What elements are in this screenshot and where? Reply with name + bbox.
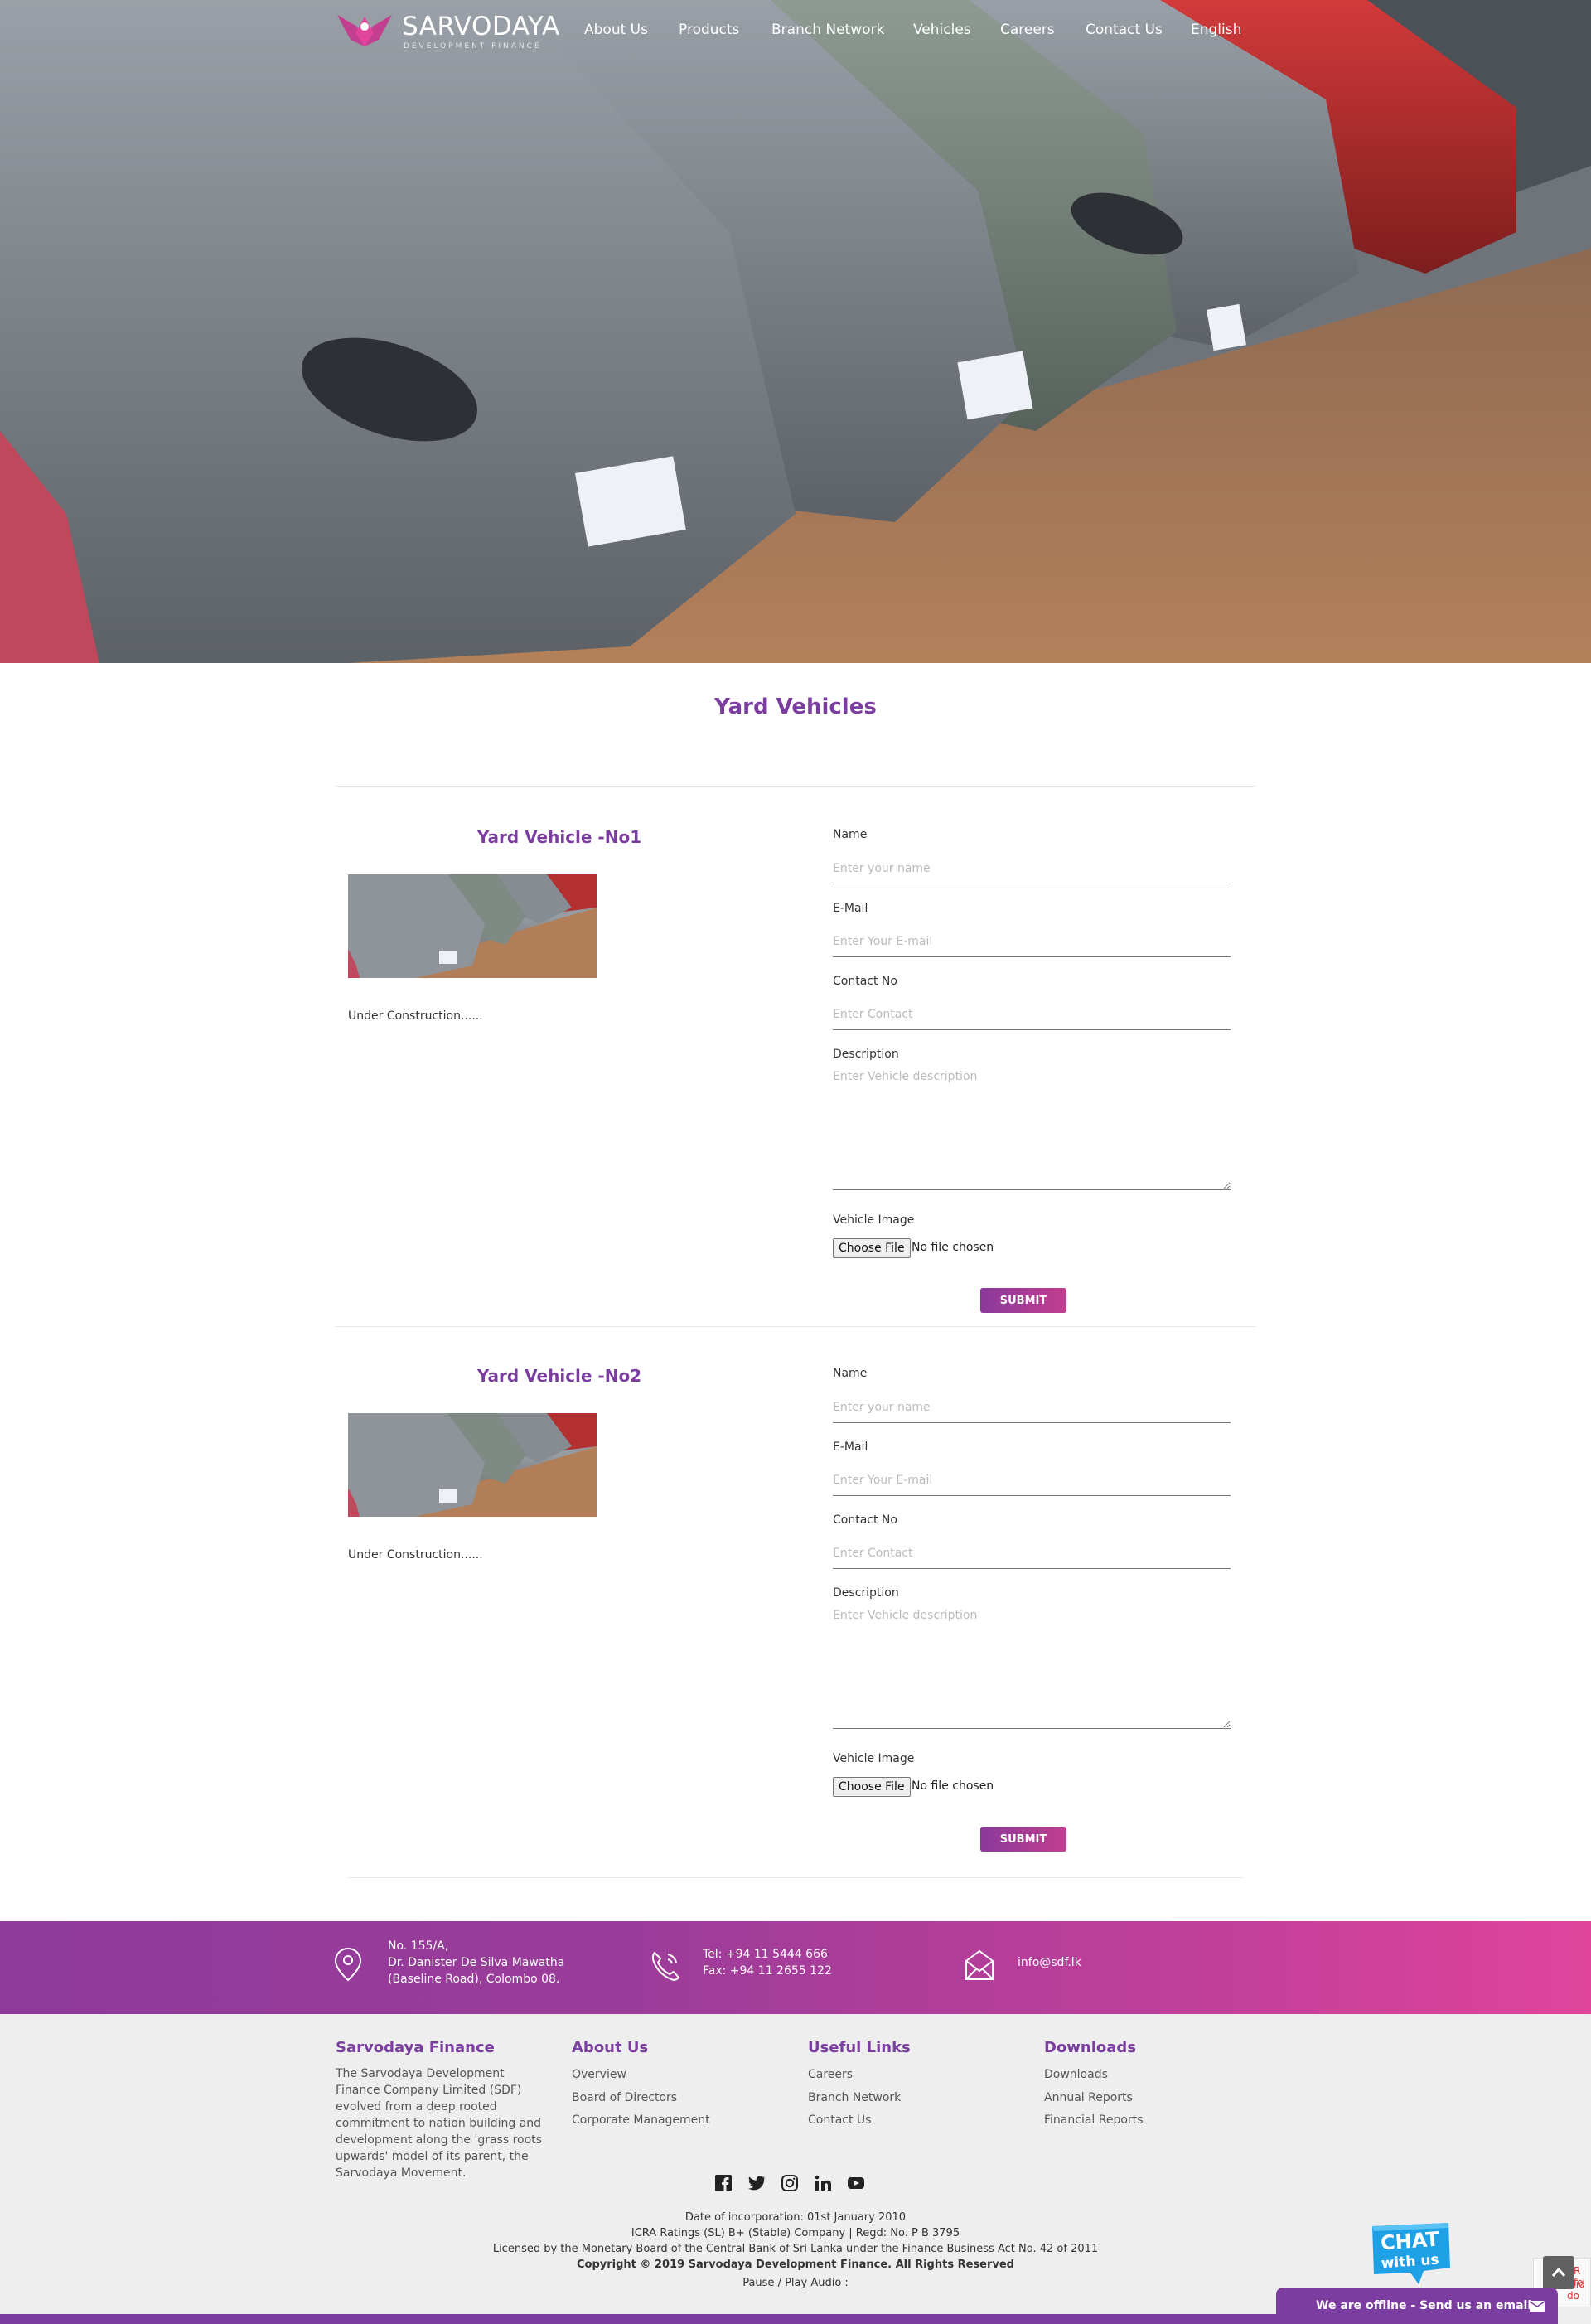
nav-about-us[interactable]: About Us (584, 22, 648, 38)
nav-language-english[interactable]: English (1191, 22, 1241, 38)
vehicle-image (348, 874, 597, 978)
email-input[interactable] (833, 1465, 1231, 1496)
status-text: Under Construction...... (348, 1009, 483, 1023)
footer-link-branch-network[interactable]: Branch Network (808, 2091, 901, 2104)
email-text[interactable]: info@sdf.lk (1018, 1954, 1081, 1971)
incorporation-date: Date of incorporation: 01st January 2010 (684, 2211, 907, 2224)
footer-link-overview[interactable]: Overview (572, 2068, 626, 2081)
footer-link-contact-us[interactable]: Contact Us (808, 2113, 871, 2127)
youtube-icon[interactable] (847, 2174, 865, 2192)
scroll-to-top-button[interactable] (1543, 2256, 1574, 2289)
submit-button[interactable]: SUBMIT (980, 1827, 1066, 1852)
instagram-icon[interactable] (781, 2174, 799, 2192)
footer-link-downloads[interactable]: Downloads (1044, 2068, 1108, 2081)
divider (348, 1877, 1243, 1878)
email-label: E-Mail (833, 902, 868, 915)
vehicle-image-label: Vehicle Image (833, 1213, 915, 1227)
vehicle-image-label: Vehicle Image (833, 1752, 915, 1765)
phone-text: Tel: +94 11 5444 666 Fax: +94 11 2655 12… (703, 1946, 832, 1979)
license-statement: Licensed by the Monetary Board of the Ce… (492, 2243, 1099, 2255)
address-line: No. 155/A, (388, 1939, 449, 1953)
address-line: Dr. Danister De Silva Mawatha (388, 1956, 565, 1969)
contact-label: Contact No (833, 1513, 897, 1527)
footer-link-financial-reports[interactable]: Financial Reports (1044, 2113, 1143, 2127)
footer-about-text: The Sarvodaya Development Finance Compan… (336, 2067, 542, 2180)
brand-name: SARVODAYA (402, 12, 560, 41)
brand-subtitle: DEVELOPMENT FINANCE (404, 42, 542, 51)
name-input[interactable] (833, 853, 1231, 884)
chevron-up-icon (1551, 2267, 1566, 2277)
top-navigation: SARVODAYA DEVELOPMENT FINANCE About Us P… (0, 0, 1591, 61)
footer-heading-useful-links: Useful Links (808, 2039, 911, 2056)
telephone-number: Tel: +94 11 5444 666 (703, 1948, 828, 1961)
footer-link-corporate-management[interactable]: Corporate Management (572, 2113, 710, 2127)
footer-heading-sarvodaya-finance: Sarvodaya Finance (336, 2039, 495, 2056)
site-footer: Sarvodaya Finance The Sarvodaya Developm… (0, 2014, 1591, 2324)
chat-badge-text: CHAT (1380, 2228, 1440, 2255)
fax-number: Fax: +94 11 2655 122 (703, 1964, 832, 1978)
footer-bottom-strip (0, 2314, 1276, 2324)
nav-branch-network[interactable]: Branch Network (771, 22, 884, 38)
contact-input[interactable] (833, 1537, 1231, 1569)
description-textarea[interactable] (833, 1609, 1231, 1729)
email-input[interactable] (833, 926, 1231, 957)
facebook-icon[interactable] (714, 2174, 733, 2192)
file-status: No file chosen (912, 1241, 994, 1254)
choose-file-button[interactable]: Choose File (833, 1238, 911, 1258)
description-label: Description (833, 1048, 899, 1061)
footer-heading-about-us: About Us (572, 2039, 649, 2056)
footer-heading-downloads: Downloads (1044, 2039, 1137, 2056)
nav-vehicles[interactable]: Vehicles (913, 22, 971, 38)
lotus-logo-icon (337, 15, 392, 46)
divider (336, 1326, 1255, 1327)
nav-careers[interactable]: Careers (1000, 22, 1055, 38)
nav-contact-us[interactable]: Contact Us (1086, 22, 1163, 38)
address-line: (Baseline Road), Colombo 08. (388, 1973, 560, 1986)
chat-with-us-badge[interactable]: CHAT with us (1369, 2221, 1453, 2286)
vehicle-title: Yard Vehicle -No2 (476, 1366, 642, 1386)
footer-link-annual-reports[interactable]: Annual Reports (1044, 2091, 1133, 2104)
parked-cars-image (0, 0, 1591, 663)
address-text: No. 155/A, Dr. Danister De Silva Mawatha… (388, 1938, 564, 1988)
status-text: Under Construction...... (348, 1548, 483, 1561)
offline-chat-bar[interactable]: We are offline - Send us an email (1276, 2288, 1558, 2324)
location-pin-icon (334, 1947, 362, 1982)
vehicle-image (348, 1413, 597, 1517)
description-label: Description (833, 1586, 899, 1600)
copyright: Copyright © 2019 Sarvodaya Development F… (576, 2259, 1014, 2271)
twitter-icon[interactable] (747, 2174, 766, 2192)
hero-banner: SARVODAYA DEVELOPMENT FINANCE About Us P… (0, 0, 1591, 663)
page-title: Yard Vehicles (714, 695, 877, 719)
contact-input[interactable] (833, 999, 1231, 1030)
mail-icon (1530, 2301, 1545, 2312)
choose-file-button[interactable]: Choose File (833, 1777, 911, 1797)
offline-chat-text: We are offline - Send us an email (1316, 2299, 1532, 2312)
footer-link-board-of-directors[interactable]: Board of Directors (572, 2091, 677, 2104)
footer-link-careers[interactable]: Careers (808, 2068, 853, 2081)
linkedin-icon[interactable] (814, 2174, 832, 2192)
email-label: E-Mail (833, 1440, 868, 1454)
phone-icon (651, 1951, 680, 1981)
nav-products[interactable]: Products (679, 22, 739, 38)
sarvodaya-logo[interactable]: SARVODAYA DEVELOPMENT FINANCE (336, 10, 559, 51)
email-envelope-icon (965, 1949, 994, 1980)
file-status: No file chosen (912, 1779, 994, 1793)
name-input[interactable] (833, 1392, 1231, 1423)
description-textarea[interactable] (833, 1070, 1231, 1190)
contact-label: Contact No (833, 975, 897, 988)
divider (336, 786, 1255, 787)
vehicle-title: Yard Vehicle -No1 (476, 827, 642, 847)
name-label: Name (833, 1367, 868, 1380)
ratings-registration: ICRA Ratings (SL) B+ (Stable) Company | … (631, 2227, 960, 2239)
name-label: Name (833, 828, 868, 841)
contact-band: No. 155/A, Dr. Danister De Silva Mawatha… (0, 1921, 1591, 2014)
submit-button[interactable]: SUBMIT (980, 1288, 1066, 1313)
